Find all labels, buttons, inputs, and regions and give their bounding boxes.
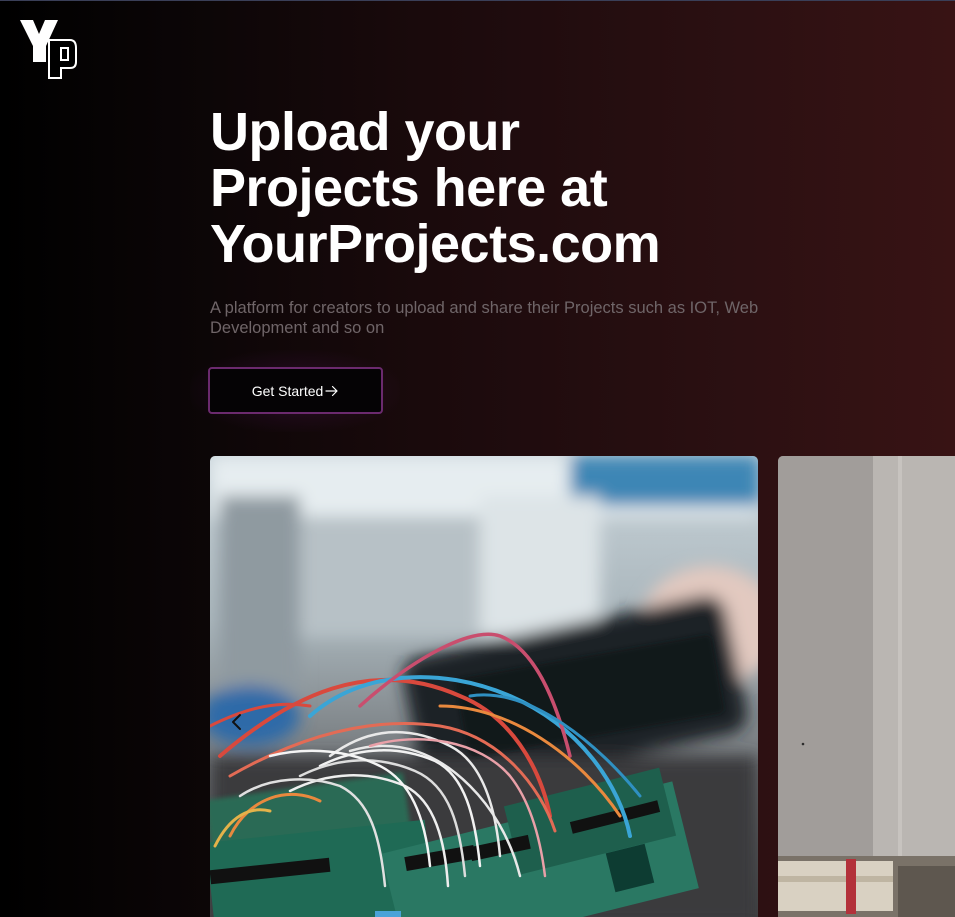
carousel-slide-desk[interactable] bbox=[778, 456, 955, 917]
electronics-breadboard-photo bbox=[210, 456, 758, 917]
desk-notebook-photo bbox=[778, 456, 955, 917]
chevron-left-icon bbox=[230, 713, 244, 736]
hero-title-line-2: Projects here at bbox=[210, 158, 608, 218]
carousel-slide-electronics[interactable] bbox=[210, 456, 758, 917]
hero-title: Upload your Projects here at YourProject… bbox=[210, 104, 830, 272]
hero-title-line-3: YourProjects.com bbox=[210, 214, 661, 274]
landing-page: Upload your Projects here at YourProject… bbox=[0, 0, 955, 917]
arrow-right-icon bbox=[325, 385, 339, 397]
yp-logo-icon[interactable] bbox=[18, 18, 78, 80]
hero-title-line-1: Upload your bbox=[210, 102, 520, 162]
top-border bbox=[0, 0, 955, 1]
get-started-button[interactable]: Get Started bbox=[208, 367, 383, 414]
carousel-prev-button[interactable] bbox=[222, 707, 252, 741]
get-started-label: Get Started bbox=[251, 382, 324, 399]
hero-subtitle: A platform for creators to upload and sh… bbox=[210, 299, 759, 337]
